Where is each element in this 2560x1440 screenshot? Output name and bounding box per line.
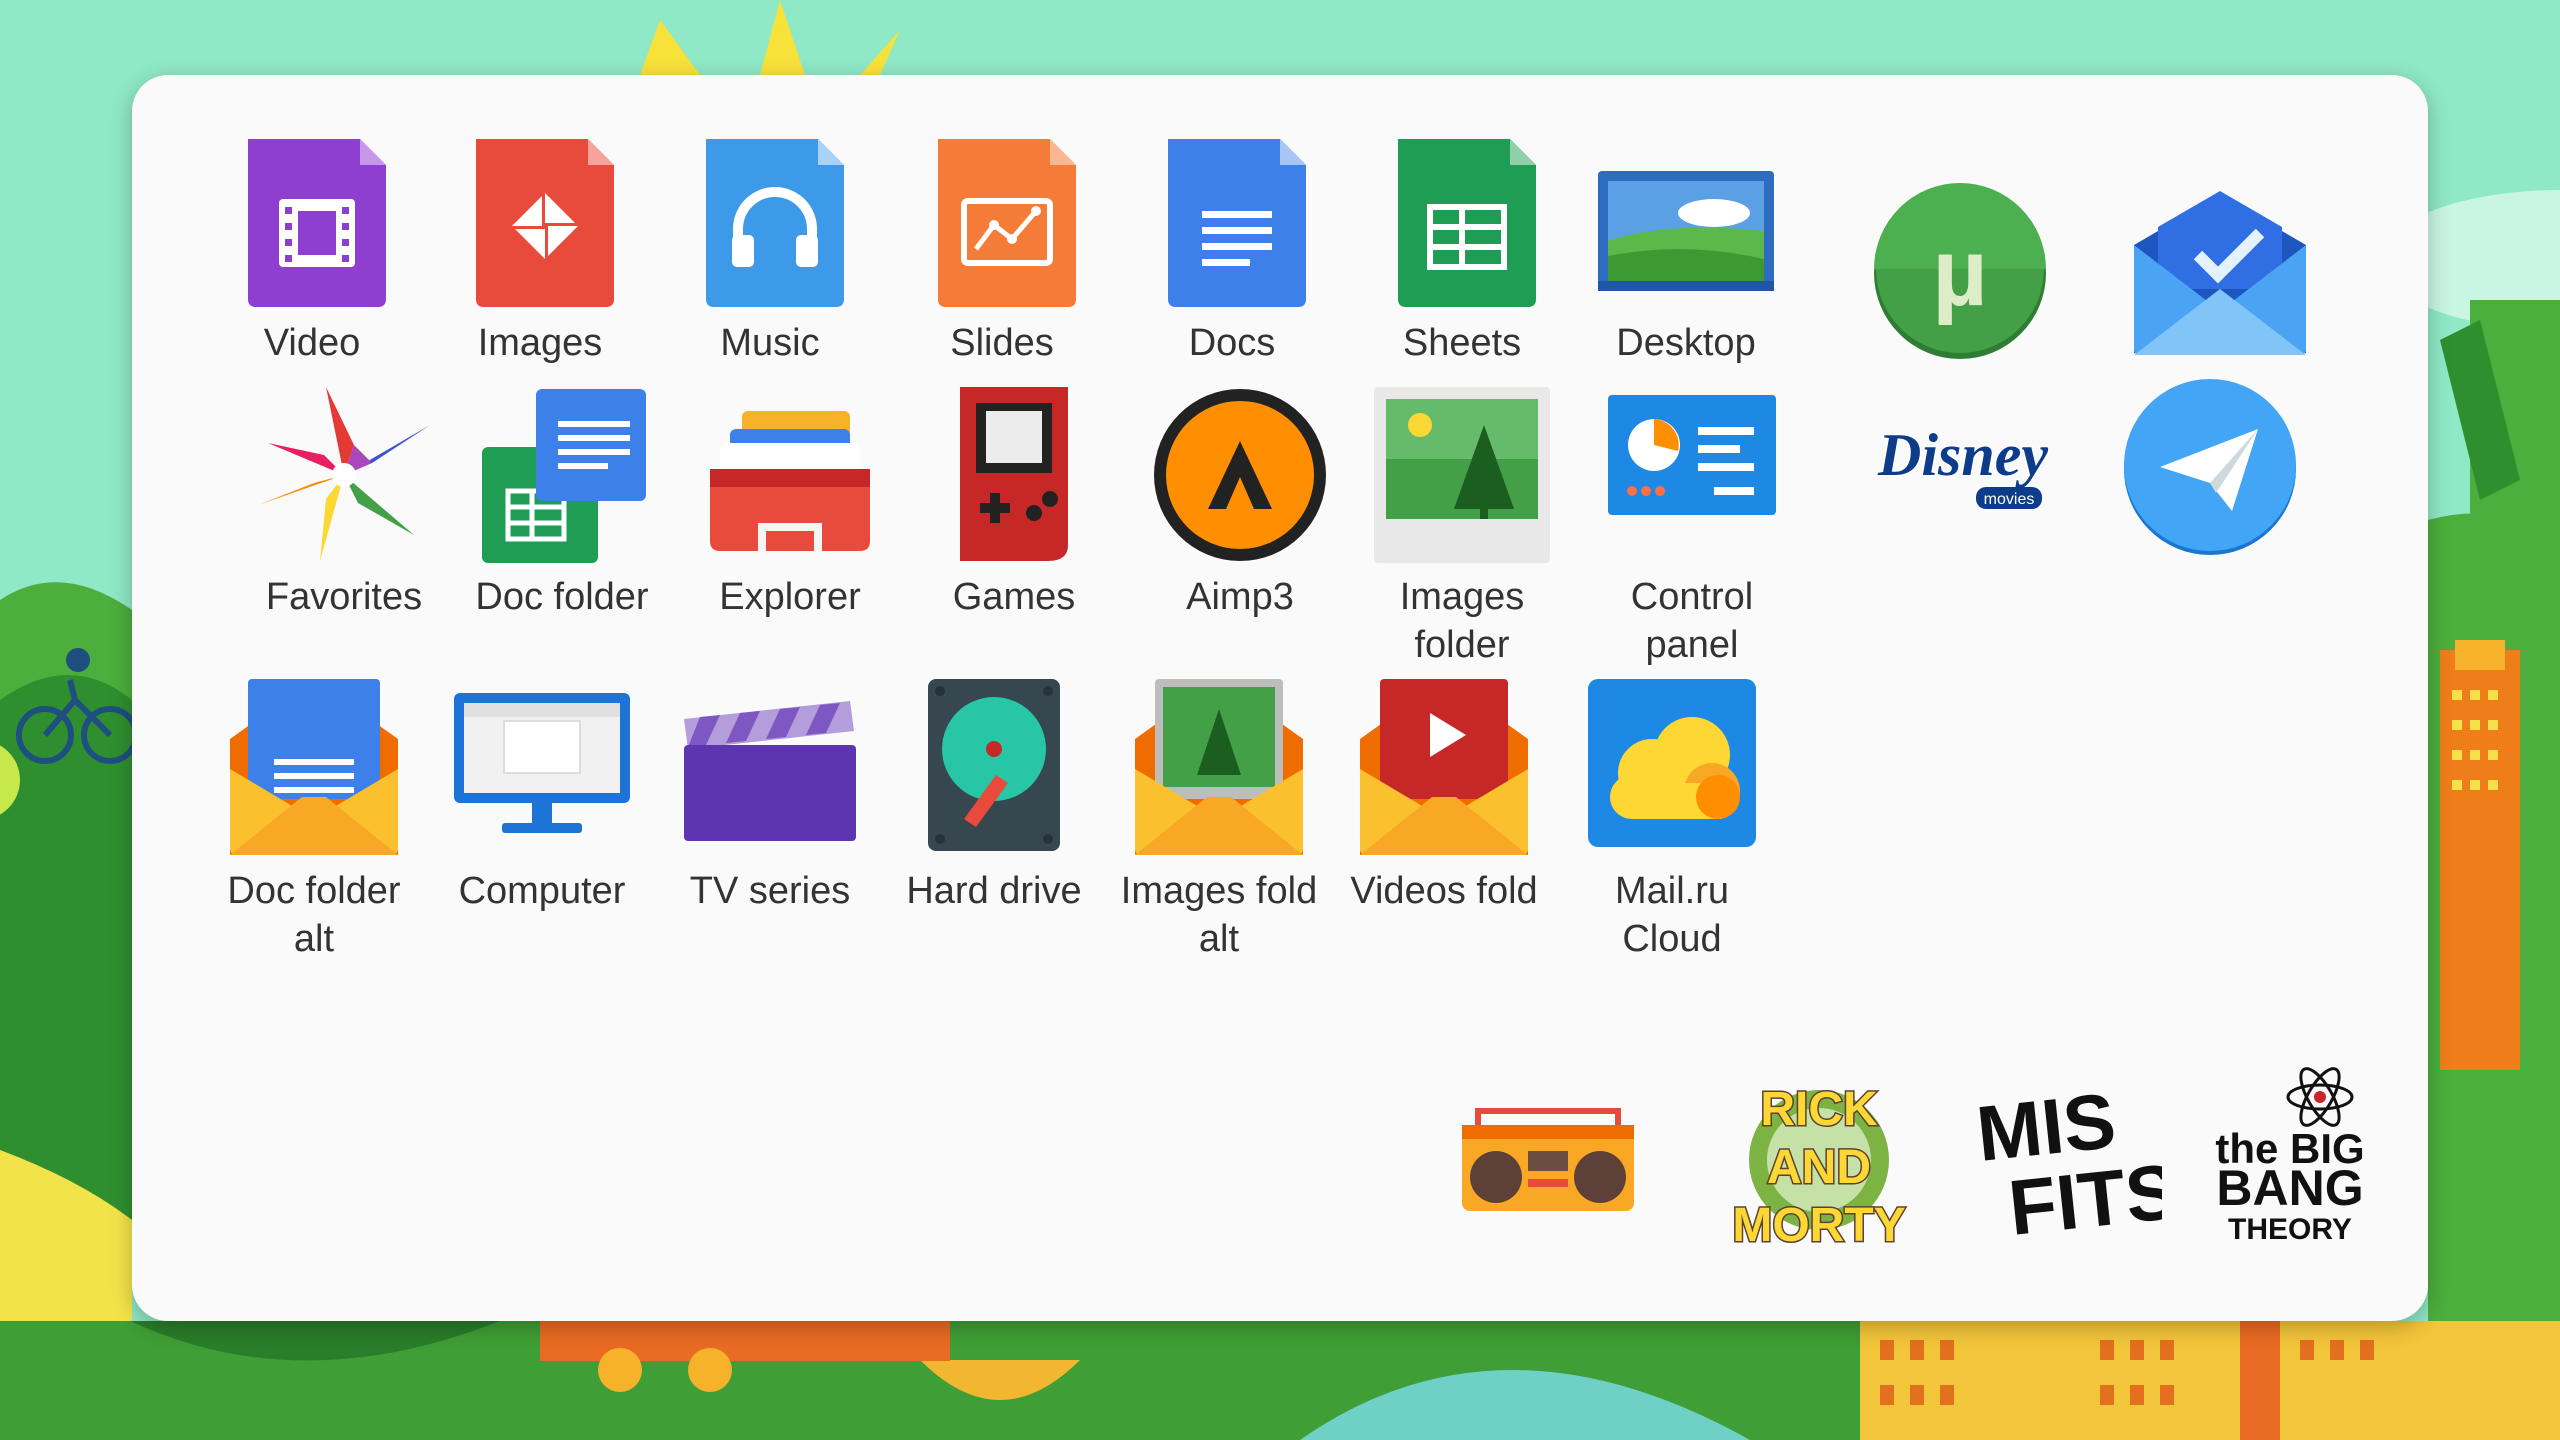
inbox-envelope-icon — [2134, 191, 2306, 355]
disney-wordmark: Disney — [1877, 422, 2048, 488]
app-docs[interactable]: Docs — [1122, 131, 1342, 367]
app-explorer[interactable]: Explorer — [680, 385, 900, 621]
desktop-wallpaper-icon — [1596, 131, 1776, 311]
cloud-icon — [1582, 679, 1762, 859]
app-label: Doc folder — [475, 576, 649, 618]
app-label: Games — [952, 576, 1076, 618]
pinwheel-star-icon — [254, 385, 434, 565]
app-label: TV series — [689, 870, 851, 912]
clapperboard-icon — [680, 679, 860, 859]
rick-and-morty-logo: RICK AND MORTY — [1731, 1082, 1907, 1254]
app-computer[interactable]: Computer — [432, 679, 652, 915]
gameboy-icon — [924, 385, 1104, 565]
video-file-icon — [222, 131, 402, 311]
app-images[interactable]: Images — [430, 131, 650, 367]
shortcut-telegram[interactable] — [2120, 375, 2300, 555]
shortcut-rick-and-morty[interactable]: RICK AND MORTY — [1724, 1065, 1914, 1255]
sheets-file-icon — [1372, 131, 1552, 311]
utorrent-glyph: µ — [1932, 219, 1987, 326]
images-file-icon — [450, 131, 630, 311]
app-doc-folder[interactable]: Doc folder — [452, 385, 672, 621]
doc-envelope-icon — [224, 679, 404, 859]
app-favorites[interactable]: Favorites — [234, 385, 454, 621]
shortcut-disney-movies[interactable]: Disney movies — [1858, 405, 2068, 525]
app-videos-fold[interactable]: Videos fold — [1334, 679, 1554, 915]
app-label: Mail.ru Cloud — [1614, 870, 1730, 960]
app-hard-drive[interactable]: Hard drive — [884, 679, 1104, 915]
app-video[interactable]: Video — [202, 131, 422, 367]
app-label: Desktop — [1616, 322, 1756, 364]
app-label: Video — [263, 322, 361, 364]
videos-envelope-icon — [1354, 679, 1534, 859]
app-doc-folder-alt[interactable]: Doc folder alt — [204, 679, 424, 963]
app-label: Hard drive — [906, 870, 1082, 912]
images-envelope-icon — [1129, 679, 1309, 859]
app-label: Explorer — [719, 576, 861, 618]
app-label: Music — [720, 322, 820, 364]
shortcut-big-bang-theory[interactable]: the BIG BANG THEORY — [2200, 1055, 2380, 1255]
app-sheets[interactable]: Sheets — [1352, 131, 1572, 367]
app-music[interactable]: Music — [660, 131, 880, 367]
big-bang-theory-logo: the BIG BANG THEORY — [2215, 1067, 2365, 1246]
hard-drive-icon — [904, 679, 1084, 859]
misfits-line: FITS — [2005, 1147, 2162, 1245]
app-label: Favorites — [265, 576, 423, 618]
app-label: Computer — [458, 870, 626, 912]
app-label: Sheets — [1402, 322, 1522, 364]
utorrent-icon: µ — [1874, 183, 2046, 359]
app-aimp3[interactable]: Aimp3 — [1130, 385, 1350, 621]
app-label: Images folder — [1399, 576, 1525, 666]
app-label: Docs — [1188, 322, 1276, 364]
slides-file-icon — [912, 131, 1092, 311]
app-label: Images — [477, 322, 603, 364]
telegram-icon — [2124, 379, 2296, 555]
app-label: Control panel — [1630, 576, 1754, 666]
rick-and-morty-line: AND — [1767, 1141, 1871, 1194]
boombox-icon — [1462, 1108, 1634, 1211]
app-label: Doc folder alt — [227, 870, 401, 960]
aimp-player-icon — [1150, 385, 1330, 565]
app-mailru-cloud[interactable]: Mail.ru Cloud — [1562, 679, 1782, 963]
app-tv-series[interactable]: TV series — [660, 679, 880, 915]
disney-movies-subtitle: movies — [1984, 491, 2035, 508]
misfits-logo: MIS FITS — [1973, 1085, 2162, 1245]
app-images-fold-alt[interactable]: Images fold alt — [1109, 679, 1329, 963]
app-slides[interactable]: Slides — [892, 131, 1112, 367]
app-label: Aimp3 — [1186, 576, 1294, 618]
rick-and-morty-line: RICK — [1760, 1083, 1878, 1136]
shortcut-utorrent[interactable]: µ — [1870, 181, 2050, 361]
app-label: Videos fold — [1350, 870, 1538, 912]
music-file-icon — [680, 131, 860, 311]
app-games[interactable]: Games — [904, 385, 1124, 621]
app-label: Images fold alt — [1120, 870, 1318, 960]
rick-and-morty-line: MORTY — [1732, 1199, 1905, 1252]
doc-folder-icon — [472, 385, 652, 565]
app-images-folder[interactable]: Images folder — [1352, 385, 1572, 669]
app-label: Slides — [950, 322, 1054, 364]
shortcut-misfits[interactable]: MIS FITS — [1972, 1085, 2162, 1245]
file-explorer-icon — [700, 385, 880, 565]
disney-movies-logo: Disney movies — [1876, 421, 2050, 509]
control-panel-icon — [1602, 385, 1782, 565]
shortcut-boombox[interactable] — [1458, 1105, 1638, 1215]
app-desktop[interactable]: Desktop — [1576, 131, 1796, 367]
app-launcher-panel: Video Images Music Slides Docs Sheets De… — [132, 75, 2428, 1321]
images-folder-icon — [1372, 385, 1552, 565]
big-bang-line: BANG — [2216, 1160, 2363, 1216]
computer-monitor-icon — [452, 679, 632, 859]
big-bang-line: THEORY — [2228, 1213, 2352, 1246]
app-control-panel[interactable]: Control panel — [1582, 385, 1802, 669]
shortcut-inbox[interactable] — [2128, 185, 2312, 365]
docs-file-icon — [1142, 131, 1322, 311]
